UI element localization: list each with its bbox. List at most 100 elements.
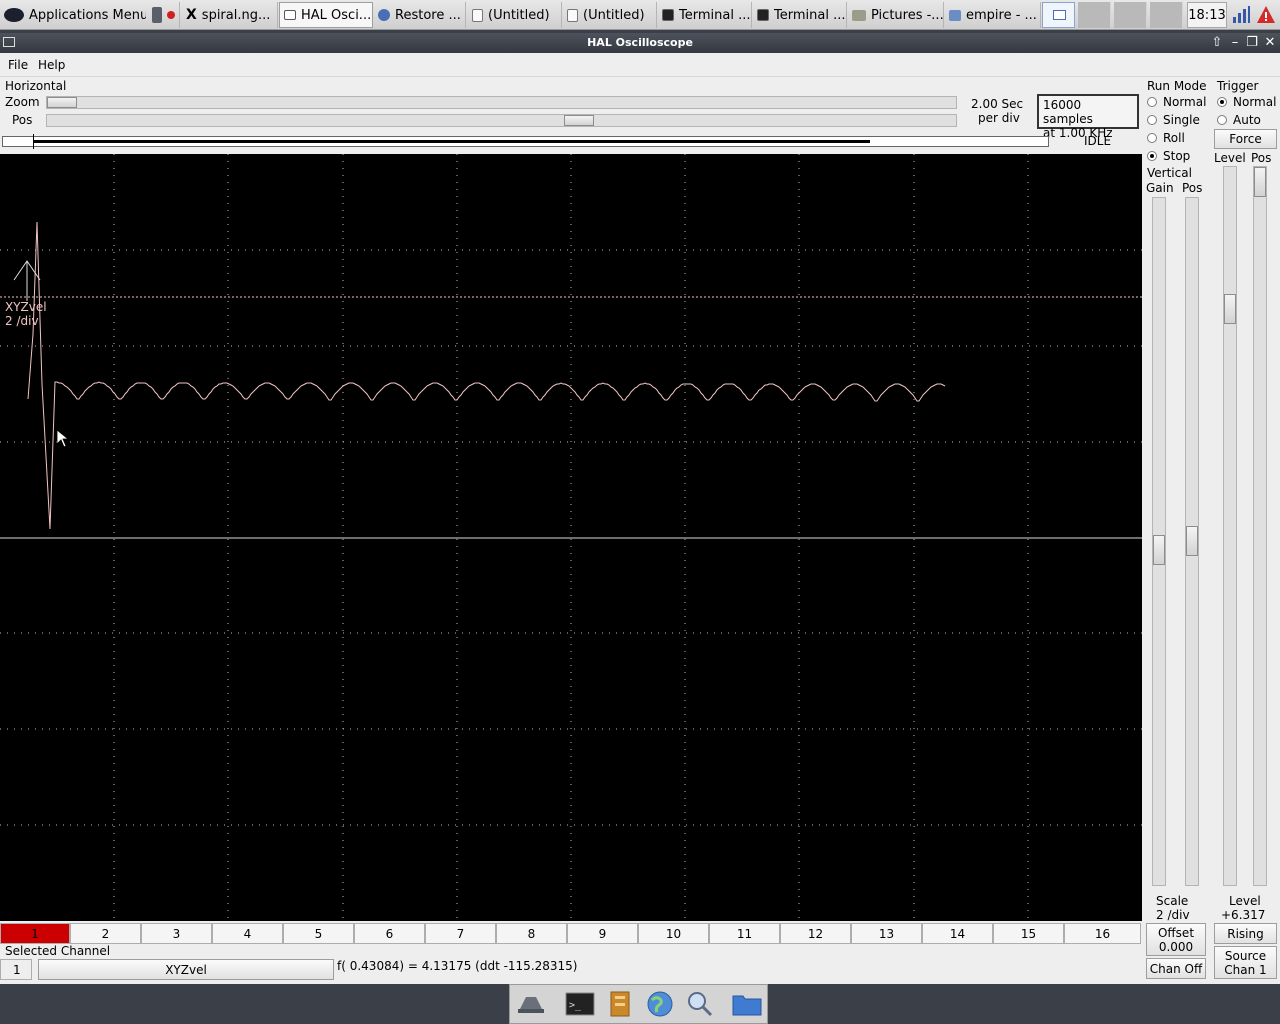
file-manager-icon[interactable] <box>514 989 548 1019</box>
shade-icon[interactable]: ⇧ <box>1209 33 1225 53</box>
task-untitled-2[interactable]: (Untitled) <box>563 2 657 28</box>
record-bar-marker <box>33 134 34 149</box>
task-spiral[interactable]: X spiral.ng... <box>182 2 278 28</box>
scope-display[interactable]: XYZvel 2 /div <box>0 154 1142 921</box>
vertical-title: Vertical <box>1147 166 1192 180</box>
trigger-normal[interactable]: Normal <box>1217 95 1276 109</box>
pos-label: Pos <box>12 113 33 127</box>
minimize-icon[interactable]: – <box>1227 33 1243 53</box>
zoom-slider[interactable] <box>46 96 957 109</box>
trigger-edge-button[interactable]: Rising <box>1214 923 1277 944</box>
trigger-pos-slider-thumb[interactable] <box>1254 167 1266 197</box>
trigger-pos-slider[interactable] <box>1253 166 1267 886</box>
channel-button-15[interactable]: 15 <box>993 923 1064 944</box>
selected-channel-number: 1 <box>0 959 32 980</box>
window-title: HAL Oscilloscope <box>587 36 693 49</box>
channel-button-3[interactable]: 3 <box>141 923 212 944</box>
force-button[interactable]: Force <box>1214 129 1277 149</box>
folder-icon[interactable] <box>730 989 764 1019</box>
vertical-pos-slider-thumb[interactable] <box>1186 526 1198 556</box>
task-empire[interactable]: empire - ... <box>945 2 1041 28</box>
menu-help[interactable]: Help <box>38 58 65 72</box>
channel-button-16[interactable]: 16 <box>1064 923 1141 944</box>
run-mode-stop[interactable]: Stop <box>1147 149 1190 163</box>
applications-menu-button[interactable]: Applications Menu <box>0 2 146 28</box>
task-untitled-1[interactable]: (Untitled) <box>468 2 562 28</box>
maximize-icon[interactable]: ❐ <box>1244 33 1260 53</box>
terminal-icon[interactable]: >_ <box>563 989 597 1019</box>
samples-line1: 16000 samples <box>1043 98 1093 126</box>
task-terminal-2[interactable]: Terminal ... <box>753 2 847 28</box>
channel-button-13[interactable]: 13 <box>851 923 922 944</box>
trigger-auto[interactable]: Auto <box>1217 113 1261 127</box>
channel-button-10[interactable]: 10 <box>638 923 709 944</box>
trigger-level-slider-thumb[interactable] <box>1224 294 1236 324</box>
workspace-4[interactable] <box>1150 2 1183 28</box>
trigger-level-value: +6.317 <box>1221 908 1266 922</box>
menu-file[interactable]: File <box>8 58 28 72</box>
files-icon[interactable] <box>603 989 637 1019</box>
scale-label: Scale <box>1156 894 1189 908</box>
channel-button-4[interactable]: 4 <box>212 923 283 944</box>
zoom-slider-thumb[interactable] <box>47 97 77 108</box>
run-mode-single[interactable]: Single <box>1147 113 1200 127</box>
vertical-pos-slider[interactable] <box>1185 197 1199 886</box>
x-app-icon: X <box>186 7 197 23</box>
trigger-level-slider[interactable] <box>1223 166 1237 886</box>
task-hal-oscilloscope[interactable]: HAL Osci... <box>279 2 373 28</box>
record-bar-window <box>33 140 870 143</box>
trigger-source-button[interactable]: Source Chan 1 <box>1214 946 1277 979</box>
rate-line2: per div <box>978 111 1020 125</box>
offset-button[interactable]: Offset 0.000 <box>1146 923 1206 956</box>
status-label: IDLE <box>1084 134 1112 148</box>
close-icon[interactable]: ✕ <box>1262 33 1278 53</box>
trace-label-scale: 2 /div <box>5 314 39 328</box>
channel-button-1[interactable]: 1 <box>0 923 70 944</box>
terminal-icon <box>757 9 769 21</box>
samples-box[interactable]: 16000 samples at 1.00 KHz <box>1037 94 1139 140</box>
radio-icon <box>1217 115 1227 125</box>
radio-icon <box>1147 133 1157 143</box>
vertical-gain-label: Gain <box>1146 181 1174 195</box>
channel-button-7[interactable]: 7 <box>425 923 496 944</box>
network-icon[interactable] <box>1231 6 1251 24</box>
radio-selected-icon <box>1147 151 1157 161</box>
window-titlebar[interactable]: HAL Oscilloscope ⇧ – ❐ ✕ <box>0 33 1280 53</box>
selected-channel-title: Selected Channel <box>5 944 111 958</box>
channel-button-9[interactable]: 9 <box>567 923 638 944</box>
record-bar[interactable] <box>2 134 1049 149</box>
channel-button-5[interactable]: 5 <box>283 923 354 944</box>
run-mode-normal[interactable]: Normal <box>1147 95 1206 109</box>
warning-icon[interactable] <box>1256 5 1276 25</box>
task-restore[interactable]: Restore ... <box>374 2 466 28</box>
clock[interactable]: 18:13 <box>1187 2 1227 28</box>
workspace-3[interactable] <box>1114 2 1147 28</box>
vertical-gain-slider[interactable] <box>1152 197 1166 886</box>
horizontal-pos-slider-thumb[interactable] <box>564 115 594 126</box>
horizontal-pos-slider[interactable] <box>46 114 957 127</box>
window-menu-icon[interactable] <box>3 37 15 47</box>
web-browser-icon[interactable] <box>643 989 677 1019</box>
workspace-1[interactable] <box>1042 2 1075 28</box>
task-pictures[interactable]: Pictures -... <box>848 2 944 28</box>
chan-off-button[interactable]: Chan Off <box>1146 958 1206 979</box>
workspace-2[interactable] <box>1078 2 1111 28</box>
rate-line1: 2.00 Sec <box>971 97 1024 111</box>
trace-label-name: XYZvel <box>5 300 47 314</box>
logout-button[interactable] <box>148 2 180 28</box>
selected-channel-name-button[interactable]: XYZvel <box>38 959 334 980</box>
channel-button-2[interactable]: 2 <box>70 923 141 944</box>
channel-button-14[interactable]: 14 <box>922 923 993 944</box>
channel-button-11[interactable]: 11 <box>709 923 780 944</box>
task-terminal-1[interactable]: Terminal ... <box>658 2 752 28</box>
logout-badge-icon <box>167 11 175 19</box>
dock: >_ <box>0 984 1280 1024</box>
channel-button-6[interactable]: 6 <box>354 923 425 944</box>
zoom-label: Zoom <box>5 95 40 109</box>
channel-button-12[interactable]: 12 <box>780 923 851 944</box>
vertical-gain-slider-thumb[interactable] <box>1153 535 1165 565</box>
image-viewer-icon <box>949 9 961 21</box>
search-icon[interactable] <box>683 989 717 1019</box>
channel-button-8[interactable]: 8 <box>496 923 567 944</box>
run-mode-roll[interactable]: Roll <box>1147 131 1185 145</box>
